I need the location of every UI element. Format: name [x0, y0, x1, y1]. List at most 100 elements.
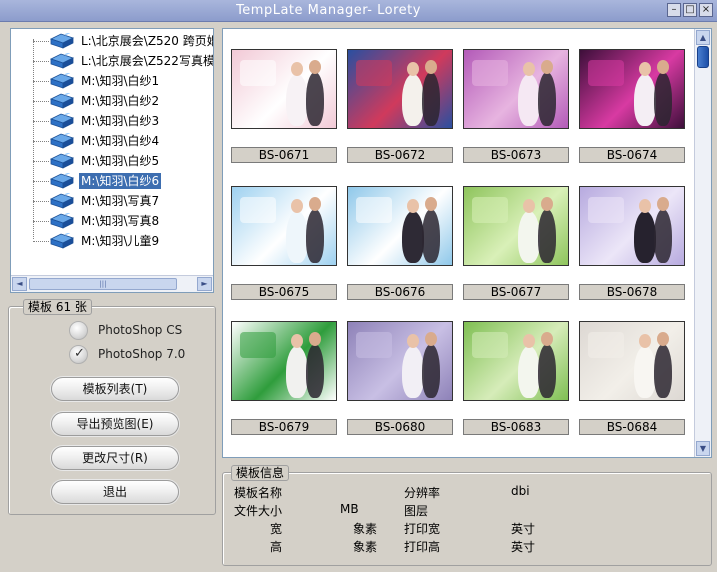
- tree-item-label: M:\知羽\写真7: [81, 194, 160, 208]
- template-preview-image[interactable]: [347, 321, 453, 401]
- scroll-thumb[interactable]: [697, 46, 709, 68]
- template-name-label: 模板名称: [234, 486, 283, 500]
- template-preview-image[interactable]: [463, 186, 569, 266]
- maximize-button[interactable]: □: [683, 3, 697, 17]
- template-preview-image[interactable]: [231, 321, 337, 401]
- template-code-label: BS-0678: [579, 284, 685, 300]
- tree-item[interactable]: M:\知羽\白纱5: [11, 151, 213, 171]
- tree-item-label: M:\知羽\儿童9: [81, 234, 160, 248]
- figure-shape: [518, 346, 540, 398]
- head-shape: [523, 62, 535, 76]
- radio-circle[interactable]: [69, 321, 88, 340]
- figure-shape: [306, 344, 324, 398]
- drive-icon: [49, 233, 75, 249]
- template-code-label: BS-0676: [347, 284, 453, 300]
- thumbnail-vertical-scrollbar[interactable]: ▲ ▼: [694, 29, 711, 457]
- template-preview-image[interactable]: [579, 49, 685, 129]
- tree-item[interactable]: L:\北京展会\Z522写真模板: [11, 51, 213, 71]
- resolution-label: 分辨率: [404, 486, 441, 500]
- tree-item[interactable]: M:\知羽\白纱1: [11, 71, 213, 91]
- figure-shape: [422, 209, 440, 263]
- head-shape: [407, 199, 419, 213]
- tree-connector: [33, 141, 49, 142]
- minimize-button[interactable]: –: [667, 3, 681, 17]
- template-preview-image[interactable]: [579, 186, 685, 266]
- tree-item[interactable]: M:\知羽\白纱4: [11, 131, 213, 151]
- scroll-left-button[interactable]: ◄: [12, 277, 27, 291]
- scroll-right-button[interactable]: ►: [197, 277, 212, 291]
- scroll-down-button[interactable]: ▼: [696, 441, 710, 456]
- template-code-label: BS-0675: [231, 284, 337, 300]
- radio-photoshop-cs[interactable]: PhotoShop CS: [69, 321, 199, 341]
- exit-button[interactable]: 退出: [51, 480, 179, 504]
- head-shape: [309, 60, 321, 74]
- template-code-label: BS-0677: [463, 284, 569, 300]
- folder-tree-list: L:\北京展会\Z520 跨页婚纱 L:\北京展会\Z522写真模板 M:\知羽\白…: [11, 29, 213, 274]
- tree-connector: [33, 121, 49, 122]
- figure-shape: [422, 344, 440, 398]
- title-bar[interactable]: TempLate Manager- Lorety – □ ×: [0, 0, 717, 22]
- drive-icon: [49, 193, 75, 209]
- tree-item[interactable]: M:\知羽\写真7: [11, 191, 213, 211]
- figure-shape: [538, 344, 556, 398]
- decor-frame: [240, 197, 276, 223]
- decor-frame: [356, 332, 392, 358]
- template-code-label: BS-0673: [463, 147, 569, 163]
- tree-connector: [33, 181, 49, 182]
- height-label: 高: [270, 540, 283, 554]
- template-list-button[interactable]: 模板列表(T): [51, 377, 179, 401]
- decor-frame: [356, 60, 392, 86]
- tree-item-label: M:\知羽\白纱1: [81, 74, 160, 88]
- print-height-label: 打印高: [404, 540, 441, 554]
- template-preview-image[interactable]: [463, 321, 569, 401]
- scroll-thumb[interactable]: |||: [29, 278, 177, 290]
- radio-label: PhotoShop CS: [98, 323, 183, 337]
- radio-label: PhotoShop 7.0: [98, 347, 186, 361]
- tree-item-label: L:\北京展会\Z520 跨页婚纱: [81, 34, 213, 48]
- export-preview-button[interactable]: 导出预览图(E): [51, 412, 179, 436]
- tree-item[interactable]: M:\知羽\白纱6: [11, 171, 213, 191]
- decor-frame: [240, 60, 276, 86]
- decor-frame: [588, 197, 624, 223]
- folder-tree[interactable]: L:\北京展会\Z520 跨页婚纱 L:\北京展会\Z522写真模板 M:\知羽\白…: [10, 28, 214, 293]
- template-code-label: BS-0684: [579, 419, 685, 435]
- tree-item[interactable]: L:\北京展会\Z520 跨页婚纱: [11, 31, 213, 51]
- template-preview-image[interactable]: [579, 321, 685, 401]
- thumbnail-grid[interactable]: BS-0671 BS-0672 BS-0673 BS-0674 BS-0675 BS-06…: [222, 28, 712, 458]
- head-shape: [541, 60, 553, 74]
- figure-shape: [654, 72, 672, 126]
- drive-icon: [49, 213, 75, 229]
- template-count-legend: 模板 61 张: [23, 299, 92, 315]
- width-pixel-unit: 象素: [353, 522, 378, 536]
- head-shape: [523, 334, 535, 348]
- head-shape: [541, 197, 553, 211]
- head-shape: [657, 332, 669, 346]
- tree-item[interactable]: M:\知羽\白纱2: [11, 91, 213, 111]
- tree-horizontal-scrollbar[interactable]: ◄ ||| ►: [11, 275, 213, 292]
- head-shape: [407, 334, 419, 348]
- decor-frame: [588, 60, 624, 86]
- template-preview-image[interactable]: [463, 49, 569, 129]
- head-shape: [657, 197, 669, 211]
- close-button[interactable]: ×: [699, 3, 713, 17]
- scroll-up-button[interactable]: ▲: [696, 30, 710, 45]
- head-shape: [425, 332, 437, 346]
- template-code-label: BS-0674: [579, 147, 685, 163]
- template-preview-image[interactable]: [347, 186, 453, 266]
- template-code-label: BS-0672: [347, 147, 453, 163]
- layers-label: 图层: [404, 504, 429, 518]
- tree-item[interactable]: M:\知羽\白纱3: [11, 111, 213, 131]
- resize-button[interactable]: 更改尺寸(R): [51, 446, 179, 470]
- decor-frame: [356, 197, 392, 223]
- tree-item[interactable]: M:\知羽\写真8: [11, 211, 213, 231]
- radio-circle[interactable]: ✓: [69, 345, 88, 364]
- tree-item[interactable]: M:\知羽\儿童9: [11, 231, 213, 251]
- head-shape: [309, 197, 321, 211]
- radio-photoshop-7[interactable]: ✓ PhotoShop 7.0: [69, 345, 199, 365]
- template-preview-image[interactable]: [231, 186, 337, 266]
- width-label: 宽: [270, 522, 283, 536]
- figure-shape: [634, 346, 656, 398]
- template-preview-image[interactable]: [347, 49, 453, 129]
- template-preview-image[interactable]: [231, 49, 337, 129]
- resolution-unit: dbi: [511, 484, 530, 498]
